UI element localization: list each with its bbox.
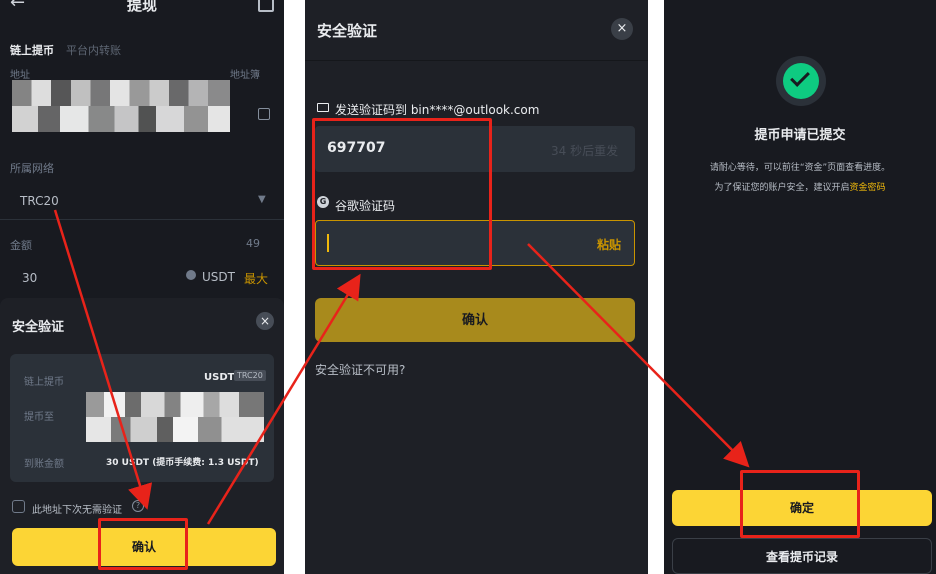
network-label: 所属网络 [10,162,54,175]
summary-value-received: 30 USDT (提币手续费: 1.3 USDT) [106,458,259,468]
annotation-box-confirm [98,518,188,570]
success-title: 提币申请已提交 [754,128,846,143]
amount-input[interactable] [0,258,284,296]
resend-countdown: 34 秒后重发 [551,144,619,158]
skip-verify-checkbox[interactable] [12,500,25,513]
address-redacted[interactable] [12,80,230,132]
address-label: 地址 [10,70,30,81]
sheet-title: 安全验证 [12,320,65,335]
annotation-box-codes [312,118,492,270]
amount-value: 30 [22,271,38,285]
verification-title: 安全验证 [317,22,378,40]
security-tip: 为了保证您的账户安全，建议开启资金密码 [664,180,936,193]
tab-internal-transfer[interactable]: 平台内转账 [66,42,121,58]
amount-coin: USDT [202,270,235,284]
summary-address-redacted [86,392,264,442]
amount-available: 49 [246,237,260,250]
confirm-button[interactable]: 确认 [315,298,635,342]
security-verification-panel: 安全验证 × 发送验证码到 bin****@outlook.com 697707… [305,0,648,574]
email-code-label: 发送验证码到 bin****@outlook.com [335,103,540,117]
page-title: 提现 [126,0,157,14]
history-icon[interactable] [258,0,274,12]
amount-label: 金额 [10,239,32,252]
scan-icon[interactable] [258,108,270,120]
fund-password-link[interactable]: 资金密码 [850,183,886,193]
skip-verify-label: 此地址下次无需验证 [32,505,122,516]
security-tip-text: 为了保证您的账户安全，建议开启 [714,183,850,193]
chevron-down-icon: ▼ [258,194,266,205]
close-icon[interactable]: × [256,312,274,330]
summary-label-chain: 链上提币 [24,377,64,388]
help-icon[interactable]: ? [132,500,144,512]
paste-button[interactable]: 粘贴 [597,236,621,253]
withdraw-panel: ← 提现 链上提币 平台内转账 地址 地址簿 所属网络 TRC20 ▼ 金额 4… [0,0,284,574]
annotation-box-ok [740,470,860,538]
summary-value-coin: USDT [204,372,235,383]
max-button[interactable]: 最大 [244,270,268,287]
close-icon[interactable]: × [611,18,633,40]
success-description: 请耐心等待，可以前往“资金”页面查看进度。 [709,163,891,173]
divider [305,60,648,61]
verification-unavailable-link[interactable]: 安全验证不可用? [315,361,405,378]
tab-onchain[interactable]: 链上提币 [10,42,54,58]
address-book-link[interactable]: 地址簿 [230,66,260,81]
mail-icon [317,103,329,112]
view-withdraw-history-button[interactable]: 查看提币记录 [672,538,932,574]
summary-label-received: 到账金额 [24,459,64,470]
network-badge: TRC20 [234,370,266,381]
summary-label-to: 提币至 [24,412,54,423]
coin-icon [186,270,196,280]
network-value: TRC20 [20,194,59,208]
